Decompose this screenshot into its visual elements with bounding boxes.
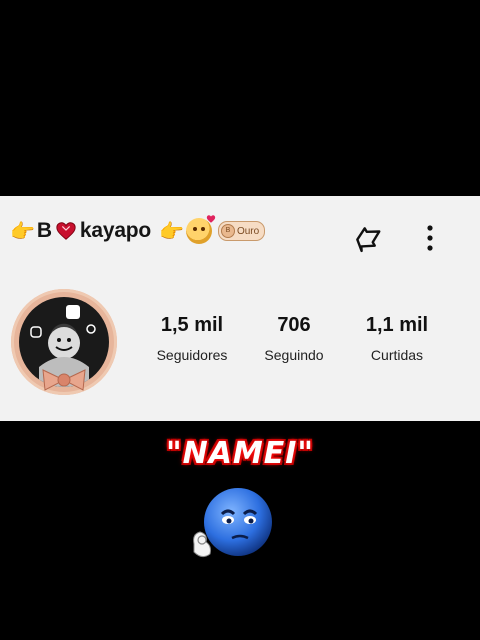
rank-badge[interactable]: B Ouro (217, 221, 266, 241)
overlay-caption: "NAMEI" (165, 436, 315, 471)
heart-icon (55, 220, 77, 242)
name-suffix: kayapo (79, 219, 152, 242)
followers-count: 1,5 mil (160, 314, 224, 336)
more-vertical-icon (427, 225, 433, 251)
blue-ok-face-icon (193, 488, 272, 558)
share-button[interactable] (350, 220, 386, 256)
badge-label: Ouro (236, 225, 260, 237)
profile-header: 👉 B kayapo 👉 B Ouro (0, 210, 480, 253)
followers-label: Seguidores (156, 347, 228, 363)
followers-stat[interactable]: 1,5 mil Seguidores (146, 312, 238, 364)
pointing-hand-icon: 👉 (10, 219, 35, 243)
likes-stat[interactable]: 1,1 mil Curtidas (352, 312, 442, 364)
share-icon (356, 227, 381, 253)
likes-count: 1,1 mil (365, 314, 429, 336)
following-stat[interactable]: 706 Seguindo (254, 312, 334, 364)
more-options-button[interactable] (416, 220, 444, 256)
profile-name-row: 👉 B kayapo 👉 B Ouro (10, 215, 266, 246)
smiling-face-with-hearts-icon (185, 215, 216, 244)
pointing-hand-icon: 👉 (159, 219, 184, 243)
likes-label: Curtidas (370, 347, 424, 363)
name-prefix: B (36, 219, 52, 242)
profile-stats: 1,5 mil Seguidores 706 Seguindo 1,1 mil … (0, 312, 480, 372)
following-count: 706 (277, 314, 311, 336)
profile-card: 👉 B kayapo 👉 B Ouro 1,5 mil Seguidores 7… (0, 196, 480, 421)
following-label: Seguindo (264, 347, 324, 363)
badge-icon: B (220, 224, 235, 238)
